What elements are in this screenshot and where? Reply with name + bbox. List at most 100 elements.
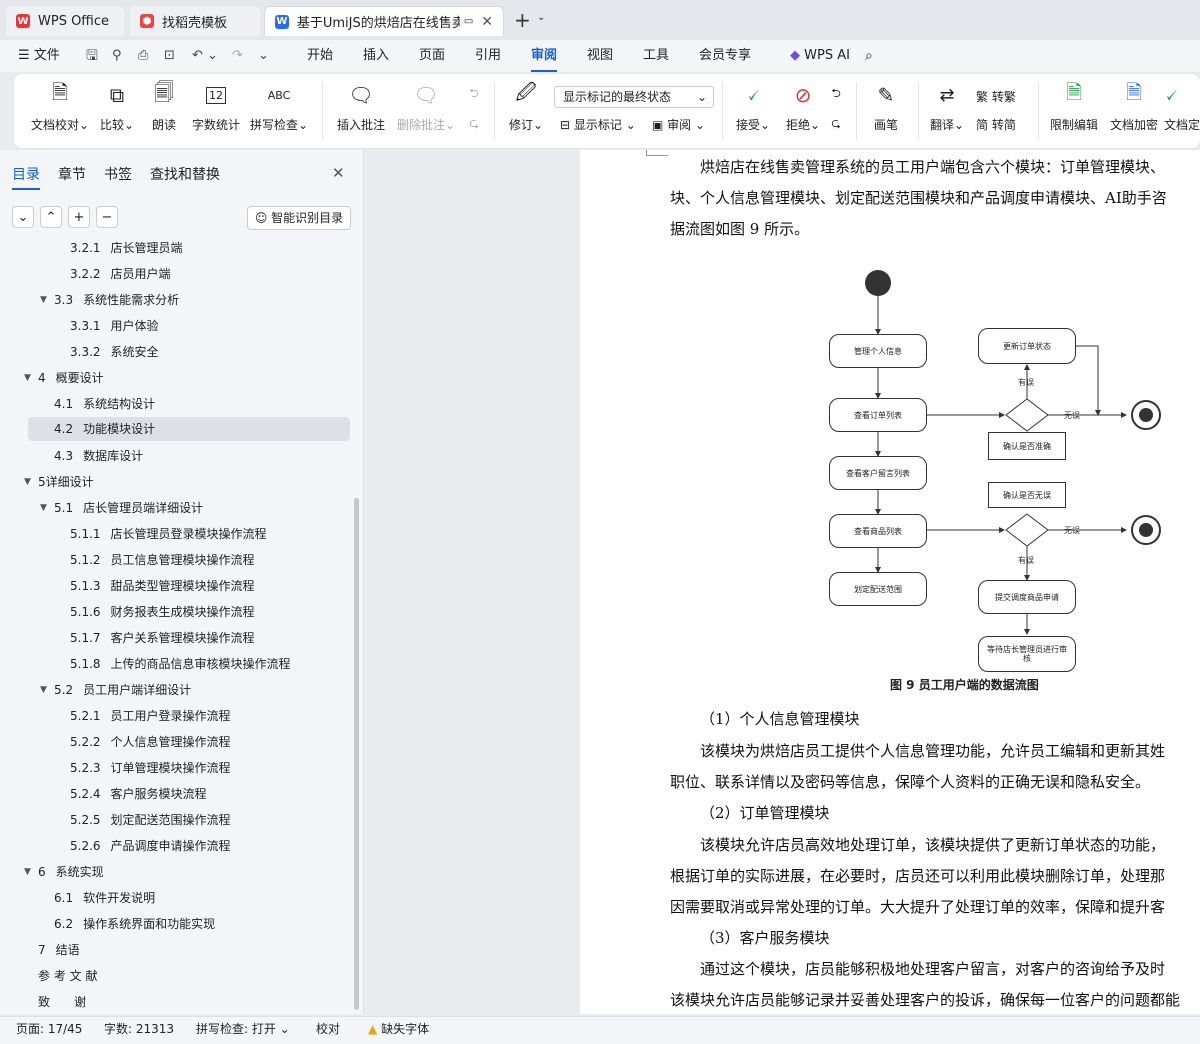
word-count-button[interactable]: 12 字数统计 <box>186 80 246 133</box>
save-icon[interactable]: 🖫 <box>86 40 98 72</box>
menu-page[interactable]: 页面 <box>419 40 445 72</box>
collapse-arrow-icon[interactable]: ▼ <box>24 867 31 877</box>
toc-item[interactable]: 6.1 软件开发说明 <box>54 885 155 911</box>
close-icon[interactable]: ✕ <box>332 164 345 182</box>
tab-template[interactable]: ⬢ 找稻壳模板 <box>130 6 260 36</box>
toc-item[interactable]: 5.2.3 订单管理模块操作流程 <box>70 755 231 781</box>
toc-item[interactable]: 致 谢 <box>38 989 86 1014</box>
proofread-button[interactable]: 校对 <box>316 1017 340 1041</box>
toc-item[interactable]: 3.2.2 店员用户端 <box>70 261 171 287</box>
word-count-indicator[interactable]: 字数: 21313 <box>104 1017 174 1041</box>
restrict-edit-button[interactable]: 🗎 限制编辑 <box>1044 80 1104 133</box>
menu-start[interactable]: 开始 <box>307 40 333 72</box>
toc-item[interactable]: 3.3.2 系统安全 <box>70 339 159 365</box>
encrypt-button[interactable]: 🗎 文档加密 <box>1106 80 1162 133</box>
smart-toc-button[interactable]: ☺ 智能识别目录 <box>247 206 351 230</box>
toc-item[interactable]: 3.3.1 用户体验 <box>70 313 159 339</box>
redo-icon[interactable]: ↷ <box>232 40 243 72</box>
toc-item[interactable]: 5详细设计 <box>38 469 94 495</box>
toc-item[interactable]: 参 考 文 献 <box>38 963 97 989</box>
toc-item[interactable]: 4 概要设计 <box>38 365 104 391</box>
remove-heading-button[interactable]: − <box>96 206 118 228</box>
wps-ai-button[interactable]: ◆ WPS AI <box>790 40 850 72</box>
track-changes-button[interactable]: 🖉 修订⌄ <box>502 80 550 133</box>
collapse-arrow-icon[interactable]: ▼ <box>40 503 47 513</box>
toc-item[interactable]: 5.2.1 员工用户登录操作流程 <box>70 703 231 729</box>
collapse-arrow-icon[interactable]: ▼ <box>24 477 31 487</box>
menu-insert[interactable]: 插入 <box>363 40 389 72</box>
chevron-down-icon[interactable]: ⌄ <box>537 12 545 23</box>
sidebar-scrollbar[interactable] <box>354 498 359 1010</box>
nav-tab-find-replace[interactable]: 查找和替换 <box>150 164 220 184</box>
prev-comment-icon[interactable]: ⮌ <box>462 84 486 105</box>
toc-item[interactable]: 3.3 系统性能需求分析 <box>54 287 179 313</box>
menu-vip[interactable]: 会员专享 <box>699 40 751 72</box>
nav-tab-toc[interactable]: 目录 <box>12 164 40 190</box>
compare-button[interactable]: ⧉ 比较⌄ <box>94 80 140 133</box>
toc-item[interactable]: 4.3 数据库设计 <box>54 443 143 469</box>
toc-item[interactable]: 5.1 店长管理员端详细设计 <box>54 495 203 521</box>
next-change-icon[interactable]: ⮎ <box>824 114 848 135</box>
spell-check-button[interactable]: ABC 拼写检查⌄ <box>248 80 310 133</box>
toc-item[interactable]: 6.2 操作系统界面和功能实现 <box>54 911 215 937</box>
read-aloud-button[interactable]: 🗐 朗读 <box>144 80 184 133</box>
to-traditional-button[interactable]: 繁 转繁 <box>976 88 1016 105</box>
search-icon[interactable]: ⌕ <box>865 40 873 72</box>
tab-wps-office[interactable]: W WPS Office <box>6 6 124 36</box>
doc-check-button[interactable]: 🗎 文档校对⌄ <box>24 80 96 133</box>
reject-button[interactable]: ⊘ 拒绝⌄ <box>780 80 826 133</box>
toc-item[interactable]: 5.2.5 划定配送范围操作流程 <box>70 807 231 833</box>
collapse-down-button[interactable]: ⌄ <box>12 206 34 228</box>
delete-comment-button[interactable]: 🗨 删除批注⌄ <box>394 80 458 133</box>
toc-item[interactable]: 6 系统实现 <box>38 859 104 885</box>
insert-comment-button[interactable]: 🗨 插入批注 <box>332 80 390 133</box>
translate-button[interactable]: ⇄ 翻译⌄ <box>924 80 970 133</box>
menu-view[interactable]: 视图 <box>587 40 613 72</box>
collapse-arrow-icon[interactable]: ▼ <box>24 373 31 383</box>
more-chevron-icon[interactable]: ⌄ <box>258 40 269 72</box>
print-preview-icon[interactable]: ⊡ <box>164 40 175 72</box>
toc-item[interactable]: 5.1.1 店长管理员登录模块操作流程 <box>70 521 267 547</box>
nav-tab-bookmarks[interactable]: 书签 <box>104 164 132 184</box>
prev-change-icon[interactable]: ⮌ <box>824 84 848 105</box>
toc-item[interactable]: 5.2.6 产品调度申请操作流程 <box>70 833 231 859</box>
menu-review[interactable]: 审阅 <box>531 40 558 72</box>
next-comment-icon[interactable]: ⮎ <box>462 114 486 135</box>
menu-tools[interactable]: 工具 <box>643 40 669 72</box>
toc-item[interactable]: 7 结语 <box>38 937 80 963</box>
collapse-arrow-icon[interactable]: ▼ <box>40 295 47 305</box>
close-tab-icon[interactable]: ✕ <box>481 14 493 30</box>
show-marks-button[interactable]: ⊟ 显示标记 ⌄ <box>560 116 636 133</box>
toc-item[interactable]: 5.2 员工用户端详细设计 <box>54 677 191 703</box>
spell-check-toggle[interactable]: 拼写检查: 打开 ⌄ <box>196 1017 290 1041</box>
toc-item[interactable]: 5.1.6 财务报表生成模块操作流程 <box>70 599 255 625</box>
toc-item[interactable]: 5.1.2 员工信息管理模块操作流程 <box>70 547 255 573</box>
new-tab-icon[interactable]: + <box>514 8 531 32</box>
add-heading-button[interactable]: + <box>68 206 90 228</box>
print-icon[interactable]: ⎙ <box>138 40 148 72</box>
undo-icon[interactable]: ↶ ⌄ <box>192 40 218 72</box>
to-simplified-button[interactable]: 简 转简 <box>976 116 1016 133</box>
toc-item[interactable]: 5.1.7 客户关系管理模块操作流程 <box>70 625 255 651</box>
finalize-button[interactable]: 🗸 文档定 <box>1164 80 1200 133</box>
toc-item[interactable]: 5.1.3 甜品类型管理模块操作流程 <box>70 573 255 599</box>
pen-button[interactable]: ✎ 画笔 <box>864 80 908 133</box>
toc-item[interactable]: 4.1 系统结构设计 <box>54 391 155 417</box>
missing-font-button[interactable]: ▲ 缺失字体 <box>368 1017 429 1041</box>
accept-button[interactable]: 🗸 接受⌄ <box>730 80 776 133</box>
toc-item[interactable]: 3.2.1 店长管理员端 <box>70 238 183 261</box>
document-page[interactable]: 烘焙店在线售卖管理系统的员工用户端包含六个模块：订单管理模块、 块、个人信息管理… <box>580 150 1200 1014</box>
toc-item[interactable]: 5.2.4 客户服务模块流程 <box>70 781 207 807</box>
expand-up-button[interactable]: ⌃ <box>40 206 62 228</box>
toc-item-selected[interactable]: 4.2 功能模块设计 <box>54 416 155 442</box>
menu-reference[interactable]: 引用 <box>475 40 501 72</box>
collapse-arrow-icon[interactable]: ▼ <box>40 685 47 695</box>
display-state-select[interactable]: 显示标记的最终状态 ⌄ <box>554 86 714 108</box>
nav-tab-chapters[interactable]: 章节 <box>58 164 86 184</box>
page-indicator[interactable]: 页面: 17/45 <box>16 1017 82 1041</box>
review-pane-button[interactable]: ▣ 审阅 ⌄ <box>652 116 705 133</box>
menu-file[interactable]: ☰ 文件 <box>18 40 60 72</box>
toc-item[interactable]: 5.1.8 上传的商品信息审核模块操作流程 <box>70 651 291 677</box>
toc-item[interactable]: 5.2.2 个人信息管理操作流程 <box>70 729 231 755</box>
tab-document[interactable]: W 基于UmiJS的烘焙店在线售卖... ▭ ✕ <box>264 6 504 36</box>
